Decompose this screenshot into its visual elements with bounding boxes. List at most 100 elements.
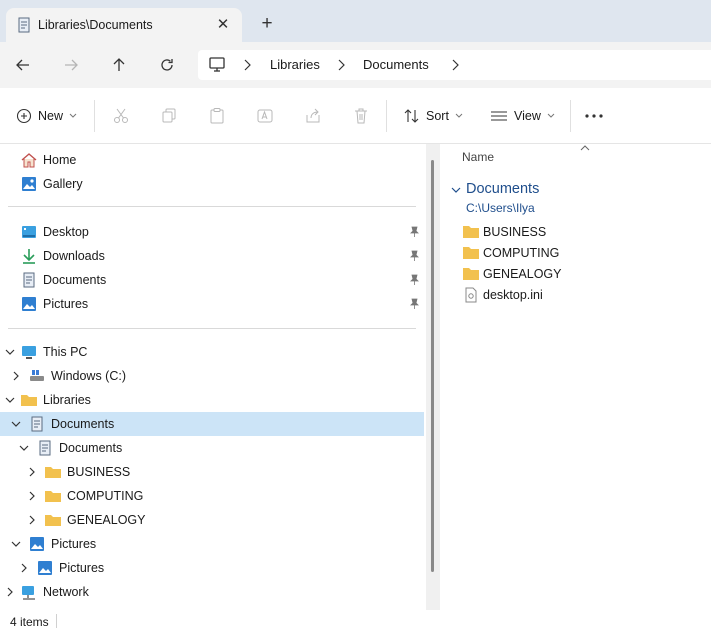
nav-item-documents[interactable]: Documents — [0, 268, 424, 292]
breadcrumb-documents[interactable]: Documents — [363, 57, 429, 72]
chevron-right-icon[interactable] — [336, 58, 346, 72]
nav-label: This PC — [43, 345, 88, 359]
nav-item-pictures-library[interactable]: Pictures — [0, 532, 424, 556]
delete-button[interactable] — [352, 104, 370, 128]
nav-divider — [8, 206, 416, 207]
desktop-icon — [22, 226, 36, 238]
chevron-down-icon[interactable] — [10, 418, 22, 430]
download-icon — [23, 249, 35, 264]
arrow-right-icon — [65, 59, 78, 71]
chevron-down-icon — [455, 113, 463, 118]
chevron-right-icon[interactable] — [10, 370, 22, 382]
plus-circle-icon — [16, 108, 32, 124]
back-button[interactable] — [10, 52, 36, 78]
nav-item-libraries[interactable]: Libraries — [0, 388, 424, 412]
nav-item-business[interactable]: BUSINESS — [0, 460, 424, 484]
nav-item-home[interactable]: Home — [0, 148, 424, 172]
nav-item-pictures-folder[interactable]: Pictures — [0, 556, 424, 580]
chevron-down-icon — [69, 113, 77, 118]
pictures-icon — [30, 537, 44, 551]
trash-icon — [355, 108, 367, 124]
nav-item-computing[interactable]: COMPUTING — [0, 484, 424, 508]
close-tab-button[interactable]: ✕ — [212, 14, 234, 36]
nav-label: COMPUTING — [67, 489, 144, 503]
folder-icon — [45, 515, 61, 526]
documents-icon — [23, 272, 35, 288]
nav-scrollbar-thumb[interactable] — [431, 160, 434, 572]
up-button[interactable] — [106, 52, 132, 78]
nav-item-this-pc[interactable]: This PC — [0, 340, 424, 364]
chevron-right-icon[interactable] — [26, 490, 38, 502]
chevron-right-icon[interactable] — [4, 586, 16, 598]
column-header-name[interactable]: Name — [462, 150, 494, 164]
new-tab-button[interactable]: + — [256, 14, 278, 36]
chevron-right-icon[interactable] — [26, 466, 38, 478]
nav-label: Desktop — [43, 225, 89, 239]
new-button[interactable]: New — [16, 104, 77, 128]
more-icon — [585, 114, 603, 118]
view-button[interactable]: View — [490, 104, 555, 128]
nav-item-genealogy[interactable]: GENEALOGY — [0, 508, 424, 532]
nav-item-pictures[interactable]: Pictures — [0, 292, 424, 316]
sort-button[interactable]: Sort — [404, 104, 463, 128]
pin-icon[interactable] — [408, 250, 420, 262]
chevron-right-icon[interactable] — [450, 58, 460, 72]
status-divider — [56, 614, 57, 628]
nav-item-desktop[interactable]: Desktop — [0, 220, 424, 244]
nav-label: Gallery — [43, 177, 83, 191]
file-list: Name Documents C:\Users\Ilya BUSINESS CO… — [440, 144, 711, 610]
more-options-button[interactable] — [584, 104, 604, 128]
file-name: GENEALOGY — [483, 267, 562, 281]
chevron-right-icon[interactable] — [242, 58, 252, 72]
chevron-down-icon[interactable] — [18, 442, 30, 454]
copy-icon — [162, 108, 176, 123]
folder-icon — [45, 467, 61, 478]
nav-item-documents-library[interactable]: Documents — [0, 412, 424, 436]
rename-button[interactable] — [256, 104, 274, 128]
breadcrumb-libraries[interactable]: Libraries — [270, 57, 320, 72]
folder-icon — [45, 491, 61, 502]
nav-label: GENEALOGY — [67, 513, 146, 527]
status-bar: 4 items — [0, 610, 711, 631]
pin-icon[interactable] — [408, 298, 420, 310]
arrow-left-icon — [16, 59, 29, 71]
file-name: COMPUTING — [483, 246, 560, 260]
settings-file-icon — [465, 287, 477, 303]
chevron-down-icon[interactable] — [4, 346, 16, 358]
nav-item-gallery[interactable]: Gallery — [0, 172, 424, 196]
tab-title: Libraries\Documents — [38, 18, 153, 32]
chevron-down-icon[interactable] — [450, 184, 462, 196]
tab-libraries-documents[interactable]: Libraries\Documents ✕ — [6, 8, 242, 42]
group-header[interactable]: Documents — [466, 181, 539, 197]
address-bar[interactable]: Libraries Documents — [198, 50, 711, 80]
cut-button[interactable] — [112, 104, 130, 128]
copy-button[interactable] — [160, 104, 178, 128]
refresh-icon — [161, 59, 173, 71]
share-button[interactable] — [304, 104, 322, 128]
nav-divider — [8, 328, 416, 329]
computer-icon — [209, 57, 225, 72]
nav-item-documents-folder[interactable]: Documents — [0, 436, 424, 460]
chevron-down-icon[interactable] — [10, 538, 22, 550]
refresh-button[interactable] — [154, 52, 180, 78]
nav-label: Documents — [43, 273, 107, 287]
chevron-down-icon — [547, 113, 555, 118]
chevron-right-icon[interactable] — [26, 514, 38, 526]
nav-item-downloads[interactable]: Downloads — [0, 244, 424, 268]
nav-label: Libraries — [43, 393, 91, 407]
forward-button[interactable] — [58, 52, 84, 78]
folder-icon — [463, 247, 479, 259]
nav-item-network[interactable]: Network — [0, 580, 424, 604]
chevron-down-icon[interactable] — [4, 394, 16, 406]
pin-icon[interactable] — [408, 274, 420, 286]
pin-icon[interactable] — [408, 226, 420, 238]
paste-button[interactable] — [208, 104, 226, 128]
file-name: BUSINESS — [483, 225, 547, 239]
nav-label: Pictures — [51, 537, 97, 551]
chevron-right-icon[interactable] — [18, 562, 30, 574]
scissors-icon — [114, 108, 128, 123]
nav-label: Pictures — [59, 561, 105, 575]
toolbar-divider — [386, 100, 387, 132]
nav-item-windows-c[interactable]: Windows (C:) — [0, 364, 424, 388]
navigation-pane: Home Gallery Desktop Downloads Documents… — [0, 144, 440, 610]
